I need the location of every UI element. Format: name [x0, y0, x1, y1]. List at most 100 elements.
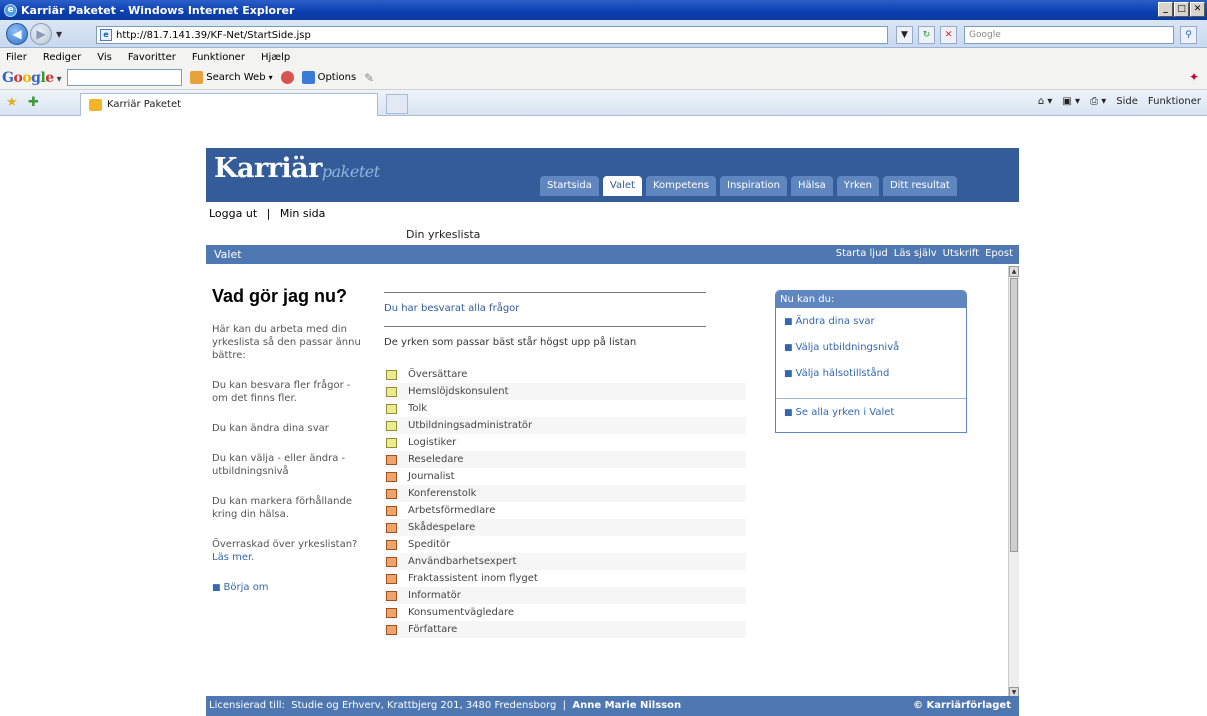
choose-health-link[interactable]: ■ Välja hälsotillstånd — [784, 368, 966, 386]
menu-tools[interactable]: Funktioner — [192, 52, 245, 63]
job-list-item[interactable]: Användbarhetsexpert — [384, 553, 746, 570]
search-icon[interactable]: ⚲ — [1180, 26, 1197, 44]
toolbar-settings-icon[interactable]: ✦ — [1189, 70, 1199, 84]
menu-edit[interactable]: Rediger — [43, 52, 81, 63]
site-header: Karriärpaketet Startsida Valet Kompetens… — [206, 148, 1019, 206]
change-answers-link[interactable]: ■ Ändra dina svar — [784, 316, 966, 334]
menu-file[interactable]: Filer — [6, 52, 27, 63]
forward-button[interactable]: ▶ — [30, 23, 52, 45]
print-icon[interactable]: ⎙ ▾ — [1090, 96, 1106, 107]
stop-icon[interactable]: ✕ — [940, 26, 957, 44]
job-list-item[interactable]: Speditör — [384, 536, 746, 553]
blocker-button[interactable] — [280, 71, 294, 84]
google-logo[interactable]: Google ▾ — [2, 70, 62, 86]
job-list-item[interactable]: Författare — [384, 621, 746, 638]
match-indicator-icon — [386, 624, 397, 635]
tools-menu[interactable]: Funktioner — [1148, 96, 1201, 107]
menu-view[interactable]: Vis — [97, 52, 112, 63]
left-para-1: Här kan du arbeta med din yrkeslista så … — [212, 324, 361, 361]
history-dropdown-icon[interactable]: ▼ — [56, 30, 62, 39]
copyright: © Karriärförlaget — [913, 700, 1011, 711]
logout-link[interactable]: Logga ut — [209, 207, 257, 220]
left-column: Vad gör jag nu? Här kan du arbeta med di… — [212, 286, 362, 612]
url-text: http://81.7.141.39/KF-Net/StartSide.jsp — [116, 29, 311, 41]
nav-halsa[interactable]: Hälsa — [791, 176, 833, 196]
close-window-button[interactable]: ✕ — [1190, 2, 1205, 17]
site-footer: Licensierad till: Studie og Erhverv, Kra… — [206, 696, 1019, 716]
options-button[interactable]: Options — [301, 71, 356, 84]
nav-yrken[interactable]: Yrken — [836, 176, 879, 196]
job-list-item[interactable]: Informatör — [384, 587, 746, 604]
job-name: Fraktassistent inom flyget — [408, 573, 538, 584]
job-list-item[interactable]: Konsumentvägledare — [384, 604, 746, 621]
job-list-item[interactable]: Arbetsförmedlare — [384, 502, 746, 519]
job-name: Tolk — [408, 403, 428, 414]
surprised-text: Överraskad över yrkeslistan? Läs mer. — [212, 539, 358, 563]
job-list-item[interactable]: Hemslöjdskonsulent — [384, 383, 746, 400]
google-toolbar: Google ▾ Search Web ▾ Options ✎ ✦ — [0, 66, 1207, 90]
refresh-icon[interactable]: ↻ — [918, 26, 935, 44]
job-list-item[interactable]: Reseledare — [384, 451, 746, 468]
job-list-item[interactable]: Översättare — [384, 366, 746, 383]
tab-favicon — [89, 99, 102, 111]
read-more-link[interactable]: Läs mer. — [212, 552, 254, 563]
main-nav: Startsida Valet Kompetens Inspiration Hä… — [540, 176, 957, 196]
read-yourself-link[interactable]: Läs själv — [894, 248, 937, 259]
job-list-item[interactable]: Journalist — [384, 468, 746, 485]
match-indicator-icon — [386, 369, 397, 380]
nav-startsida[interactable]: Startsida — [540, 176, 599, 196]
minimize-button[interactable]: _ — [1158, 2, 1173, 17]
address-dropdown-icon[interactable]: ▼ — [896, 26, 913, 44]
scroll-up-icon[interactable]: ▲ — [1009, 266, 1019, 277]
menu-favorites[interactable]: Favoritter — [128, 52, 176, 63]
scroll-thumb[interactable] — [1010, 278, 1018, 552]
back-button[interactable]: ◀ — [6, 23, 28, 45]
google-search-input[interactable] — [67, 69, 183, 86]
new-tab-button[interactable] — [386, 94, 408, 114]
nu-kan-du-box: Nu kan du: ■ Ändra dina svar ■ Välja utbil… — [775, 290, 967, 433]
page-viewport: Karriärpaketet Startsida Valet Kompetens… — [0, 116, 1207, 716]
print-link[interactable]: Utskrift — [943, 248, 979, 259]
divider — [384, 326, 706, 327]
job-list-item[interactable]: Konferenstolk — [384, 485, 746, 502]
job-list-item[interactable]: Skådespelare — [384, 519, 746, 536]
maximize-button[interactable]: □ — [1174, 2, 1189, 17]
search-web-button[interactable]: Search Web ▾ — [190, 71, 273, 84]
start-audio-link[interactable]: Starta ljud — [836, 248, 888, 259]
match-indicator-icon — [386, 403, 397, 414]
nav-kompetens[interactable]: Kompetens — [645, 176, 716, 196]
nav-valet[interactable]: Valet — [602, 176, 642, 196]
page-menu[interactable]: Side — [1116, 96, 1138, 107]
address-field[interactable]: e http://81.7.141.39/KF-Net/StartSide.js… — [96, 26, 888, 44]
start-over-link[interactable]: ■ Börja om — [212, 581, 362, 595]
menu-help[interactable]: Hjælp — [261, 52, 290, 63]
site-logo[interactable]: Karriärpaketet — [214, 153, 380, 184]
pencil-button[interactable]: ✎ — [364, 71, 374, 85]
job-list-item[interactable]: Fraktassistent inom flyget — [384, 570, 746, 587]
favorites-star-icon[interactable]: ★ — [6, 95, 18, 110]
command-bar: ⌂ ▾ ▣ ▾ ⎙ ▾ Side Funktioner — [1038, 96, 1201, 107]
job-name: Reseledare — [408, 454, 464, 465]
job-list-item[interactable]: Tolk — [384, 400, 746, 417]
see-all-jobs-link[interactable]: ■ Se alla yrken i Valet — [784, 407, 966, 425]
my-page-link[interactable]: Min sida — [280, 207, 326, 220]
tab-karriar-paketet[interactable]: Karriär Paketet — [80, 93, 378, 116]
nu-kan-du-header: Nu kan du: — [776, 291, 966, 308]
content-scrollbar[interactable]: ▲ ▼ — [1008, 266, 1019, 698]
job-list-item[interactable]: Logistiker — [384, 434, 746, 451]
nav-inspiration[interactable]: Inspiration — [720, 176, 788, 196]
window-title: Karriär Paketet - Windows Internet Explo… — [21, 3, 295, 17]
match-indicator-icon — [386, 386, 397, 397]
nav-ditt-resultat[interactable]: Ditt resultat — [882, 176, 957, 196]
feeds-icon[interactable]: ▣ ▾ — [1062, 96, 1080, 107]
box-divider — [776, 398, 966, 399]
job-list-item[interactable]: Utbildningsadministratör — [384, 417, 746, 434]
email-link[interactable]: Epost — [985, 248, 1013, 259]
home-icon[interactable]: ⌂ ▾ — [1038, 96, 1053, 107]
choose-education-link[interactable]: ■ Välja utbildningsnivå — [784, 342, 966, 360]
tab-row: ★ ✚ Karriär Paketet ⌂ ▾ ▣ ▾ ⎙ ▾ Side Fun… — [0, 90, 1207, 116]
job-name: Konferenstolk — [408, 488, 477, 499]
search-input[interactable]: Google — [964, 26, 1174, 44]
add-favorite-icon[interactable]: ✚ — [28, 95, 39, 110]
left-para-2: Du kan besvara fler frågor - om det finn… — [212, 380, 351, 404]
